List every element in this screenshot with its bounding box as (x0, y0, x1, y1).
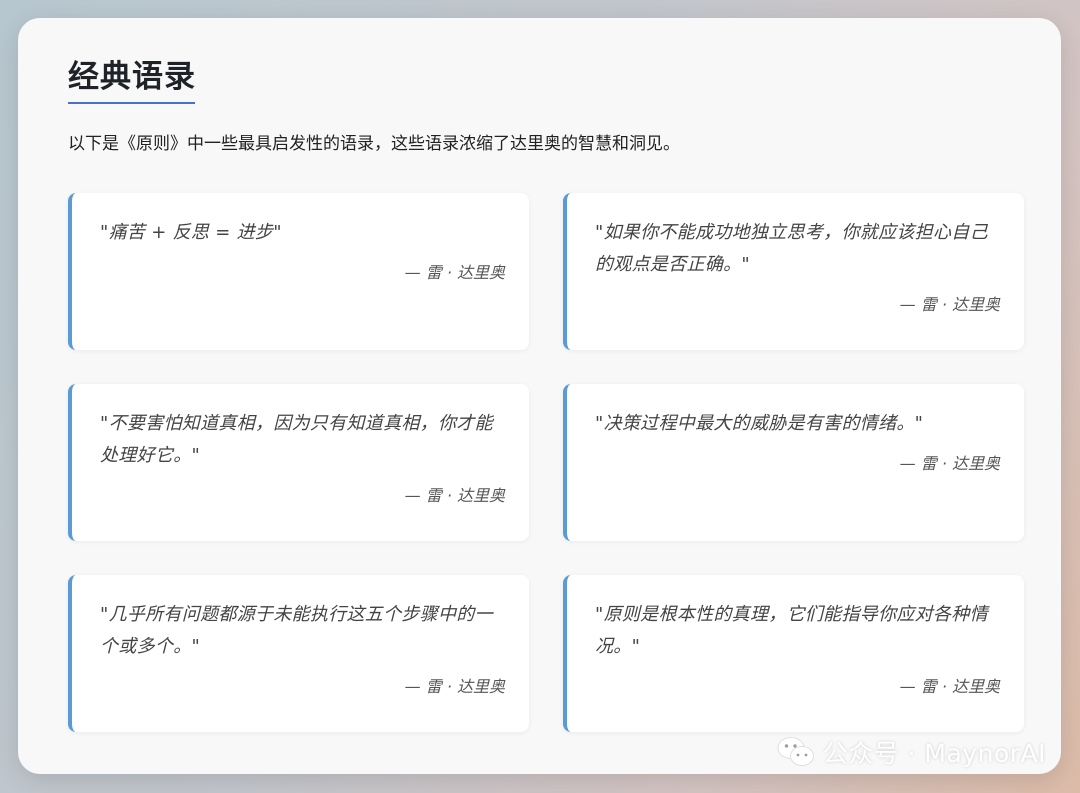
quote-text: "原则是根本性的真理，它们能指导你应对各种情况。" (595, 604, 988, 657)
watermark-text: 公众号 · MaynorAI (822, 739, 1046, 768)
quote-author: — 雷 · 达里奥 (899, 454, 1000, 473)
quote-author: — 雷 · 达里奥 (899, 295, 1000, 314)
quote-card: "不要害怕知道真相，因为只有知道真相，你才能处理好它。" — 雷 · 达里奥 (68, 384, 529, 541)
quote-author: — 雷 · 达里奥 (404, 677, 505, 696)
quote-card: "原则是根本性的真理，它们能指导你应对各种情况。" — 雷 · 达里奥 (563, 575, 1024, 732)
quote-author: — 雷 · 达里奥 (404, 263, 505, 282)
quote-author: — 雷 · 达里奥 (899, 677, 1000, 696)
quote-author: — 雷 · 达里奥 (404, 486, 505, 505)
quote-text: "如果你不能成功地独立思考，你就应该担心自己的观点是否正确。" (595, 222, 988, 275)
quote-text: "不要害怕知道真相，因为只有知道真相，你才能处理好它。" (100, 413, 493, 466)
watermark: 公众号 · MaynorAI (777, 734, 1046, 770)
quote-text: "几乎所有问题都源于未能执行这五个步骤中的一个或多个。" (100, 604, 493, 657)
wechat-icon (777, 737, 814, 766)
quote-text: "痛苦 + 反思 = 进步" (100, 222, 282, 243)
page-title: 经典语录 (68, 59, 196, 95)
quote-card: "决策过程中最大的威胁是有害的情绪。" — 雷 · 达里奥 (563, 384, 1024, 541)
quote-text: "决策过程中最大的威胁是有害的情绪。" (595, 413, 924, 434)
quotes-card: 经典语录 以下是《原则》中一些最具启发性的语录，这些语录浓缩了达里奥的智慧和洞见… (18, 18, 1061, 774)
quote-card: "几乎所有问题都源于未能执行这五个步骤中的一个或多个。" — 雷 · 达里奥 (68, 575, 529, 732)
quote-card: "如果你不能成功地独立思考，你就应该担心自己的观点是否正确。" — 雷 · 达里… (563, 193, 1024, 350)
title-underline (68, 102, 195, 104)
intro-text: 以下是《原则》中一些最具启发性的语录，这些语录浓缩了达里奥的智慧和洞见。 (68, 134, 680, 154)
quote-card: "痛苦 + 反思 = 进步" — 雷 · 达里奥 (68, 193, 529, 350)
